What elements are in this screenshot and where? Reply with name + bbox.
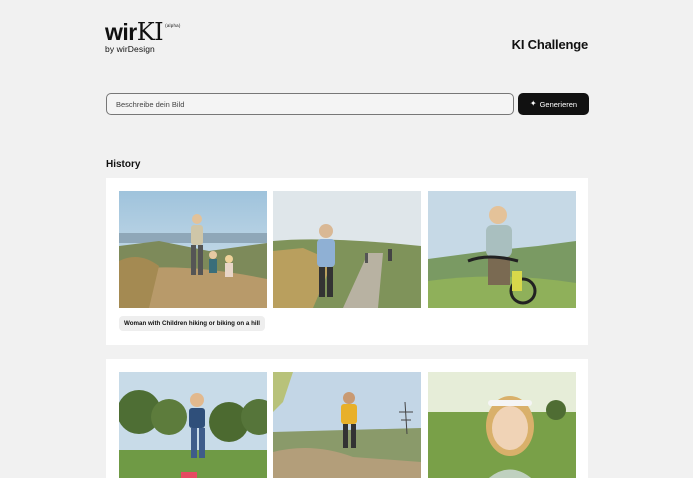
man-running-on-trail-photo[interactable] [273,372,421,478]
logo-wordmark-wir: wir [105,19,137,45]
generate-button-label: Generieren [539,99,578,109]
page: wir KI (alpha) by wirDesign KI Challenge… [0,0,693,478]
wirki-logo[interactable]: wir KI (alpha) by wirDesign [105,20,195,56]
woman-with-children-hiking-photo[interactable] [119,191,267,308]
logo-byline: by wirDesign [105,44,155,54]
sparkle-icon: ✦ [529,99,537,108]
woman-riding-bike-photo[interactable] [428,191,576,308]
history-caption: Woman with Children hiking or biking on … [119,316,266,331]
logo-wordmark-ki: KI [136,18,164,46]
history-entry [106,359,588,478]
child-running-in-park-photo[interactable] [119,372,267,478]
woman-running-on-path-photo[interactable] [273,191,421,308]
history-heading: History [106,159,141,170]
page-title: KI Challenge [511,37,589,52]
alpha-badge: (alpha) [165,23,181,28]
history-entry: Woman with Children hiking or biking on … [106,178,588,345]
smiling-girl-with-headband-photo[interactable] [428,372,576,478]
generate-button[interactable]: ✦ Generieren [518,93,589,115]
prompt-input[interactable] [106,93,514,115]
